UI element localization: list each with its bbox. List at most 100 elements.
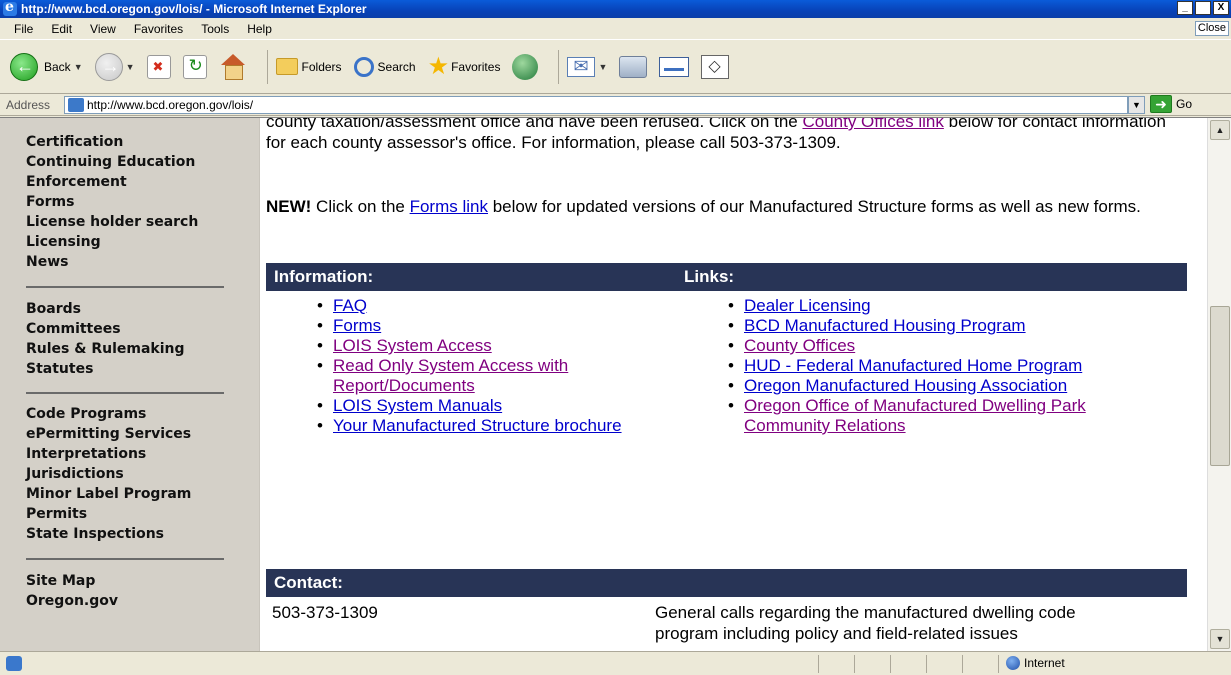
nav-divider: [26, 392, 224, 394]
bcd-manufactured-housing-program-link[interactable]: BCD Manufactured Housing Program: [744, 316, 1026, 335]
nav-link-site-map[interactable]: Site Map: [26, 571, 118, 591]
nav-link-permits[interactable]: Permits: [26, 504, 191, 524]
scroll-down-icon[interactable]: ▼: [1210, 629, 1230, 649]
nav-link-licensing[interactable]: Licensing: [26, 232, 198, 252]
nav-link-continuing-education[interactable]: Continuing Education: [26, 152, 198, 172]
nav-link-rules-rulemaking[interactable]: Rules & Rulemaking: [26, 339, 185, 359]
address-dropdown-icon[interactable]: ▼: [1128, 96, 1145, 114]
nav-link-certification[interactable]: Certification: [26, 132, 198, 152]
left-navigation: Certification Continuing Education Enfor…: [0, 118, 260, 651]
go-arrow-icon: ➜: [1150, 95, 1172, 113]
toolbar-separator: [558, 49, 560, 84]
oregon-office-park-community-relations-link[interactable]: Oregon Office of Manufactured Dwelling P…: [744, 396, 1086, 435]
go-label: Go: [1176, 97, 1193, 111]
nav-link-news[interactable]: News: [26, 252, 198, 272]
maximize-button[interactable]: [1195, 1, 1211, 15]
nav-link-forms[interactable]: Forms: [26, 192, 198, 212]
county-offices-inline-link[interactable]: County Offices link: [802, 118, 943, 131]
forms-inline-link[interactable]: Forms link: [410, 197, 488, 216]
nav-link-state-inspections[interactable]: State Inspections: [26, 524, 191, 544]
back-dropdown-icon[interactable]: ▼: [74, 62, 83, 72]
contact-phone: 503-373-1309: [272, 603, 378, 622]
nav-link-statutes[interactable]: Statutes: [26, 359, 185, 379]
list-item: LOIS System Access: [313, 336, 643, 356]
faq-link[interactable]: FAQ: [333, 296, 367, 315]
search-button[interactable]: Search: [353, 56, 416, 77]
page-content: Certification Continuing Education Enfor…: [0, 117, 1231, 651]
nav-link-license-holder-search[interactable]: License holder search: [26, 212, 198, 232]
links-heading: Links:: [684, 267, 735, 286]
nav-link-interpretations[interactable]: Interpretations: [26, 444, 191, 464]
dealer-licensing-link[interactable]: Dealer Licensing: [744, 296, 871, 315]
nav-link-oregon-gov[interactable]: Oregon.gov: [26, 591, 118, 611]
nav-link-minor-label-program[interactable]: Minor Label Program: [26, 484, 191, 504]
nav-group-2: Boards Committees Rules & Rulemaking Sta…: [26, 299, 185, 379]
go-button[interactable]: ➜ Go: [1150, 95, 1192, 113]
media-button[interactable]: [512, 53, 539, 80]
minimize-button[interactable]: _: [1177, 1, 1193, 15]
zone-label: Internet: [1024, 656, 1065, 670]
nav-link-boards[interactable]: Boards: [26, 299, 185, 319]
nav-link-enforcement[interactable]: Enforcement: [26, 172, 198, 192]
vertical-scrollbar[interactable]: ▲ ▼: [1207, 118, 1231, 651]
list-item: BCD Manufactured Housing Program: [724, 316, 1164, 336]
information-links-header: Information: Links:: [266, 263, 1187, 291]
star-icon: ★: [427, 53, 450, 80]
favorites-button[interactable]: ★ Favorites: [428, 52, 501, 81]
messenger-button[interactable]: [701, 54, 730, 79]
status-panel: [962, 655, 998, 673]
stop-button[interactable]: [146, 54, 171, 79]
nav-link-committees[interactable]: Committees: [26, 319, 185, 339]
forward-button[interactable]: ▼: [94, 52, 135, 81]
list-item: Oregon Office of Manufactured Dwelling P…: [724, 396, 1164, 436]
nav-link-code-programs[interactable]: Code Programs: [26, 404, 191, 424]
scroll-up-icon[interactable]: ▲: [1210, 120, 1230, 140]
nav-link-epermitting-services[interactable]: ePermitting Services: [26, 424, 191, 444]
address-input[interactable]: [64, 96, 1128, 114]
menu-close-button[interactable]: Close: [1194, 21, 1229, 36]
home-button[interactable]: [219, 53, 247, 80]
read-only-system-access-link[interactable]: Read Only System Access with Report/Docu…: [333, 356, 568, 395]
county-offices-link[interactable]: County Offices: [744, 336, 855, 355]
back-button[interactable]: Back ▼: [10, 52, 83, 81]
contact-heading: Contact:: [274, 573, 343, 592]
forms-link[interactable]: Forms: [333, 316, 381, 335]
list-item: Oregon Manufactured Housing Association: [724, 376, 1164, 396]
close-window-button[interactable]: X: [1213, 1, 1229, 15]
toolbar-separator: [266, 49, 268, 84]
edit-button[interactable]: [659, 56, 690, 77]
menu-help[interactable]: Help: [247, 22, 272, 36]
menu-tools[interactable]: Tools: [201, 22, 229, 36]
status-panel: [854, 655, 890, 673]
search-label: Search: [377, 59, 416, 74]
folders-button[interactable]: Folders: [275, 58, 342, 75]
ie-logo-icon: [3, 0, 17, 16]
back-arrow-icon: [10, 52, 38, 81]
contact-header: Contact:: [266, 569, 1187, 597]
scroll-thumb[interactable]: [1210, 306, 1230, 466]
new-forms-paragraph: NEW! Click on the Forms link below for u…: [266, 196, 1186, 217]
page-status-icon: [6, 656, 22, 671]
lois-system-access-link[interactable]: LOIS System Access: [333, 336, 492, 355]
mail-dropdown-icon[interactable]: ▼: [598, 62, 607, 72]
messenger-icon: [701, 54, 730, 79]
globe-icon: [1006, 656, 1020, 670]
print-button[interactable]: [619, 55, 648, 78]
menu-view[interactable]: View: [90, 22, 116, 36]
nav-link-jurisdictions[interactable]: Jurisdictions: [26, 464, 191, 484]
hud-federal-manufactured-home-link[interactable]: HUD - Federal Manufactured Home Program: [744, 356, 1082, 375]
menu-edit[interactable]: Edit: [51, 22, 72, 36]
folder-icon: [275, 58, 298, 75]
standard-toolbar: Back ▼ ▼ Folders Search ★ Favorites ▼: [0, 40, 1231, 94]
manufactured-structure-brochure-link[interactable]: Your Manufactured Structure brochure: [333, 416, 622, 435]
forward-dropdown-icon[interactable]: ▼: [126, 62, 135, 72]
nav-group-4: Site Map Oregon.gov: [26, 571, 118, 611]
mail-button[interactable]: ▼: [567, 56, 607, 77]
refresh-button[interactable]: [182, 54, 207, 79]
menu-favorites[interactable]: Favorites: [134, 22, 183, 36]
oregon-manufactured-housing-association-link[interactable]: Oregon Manufactured Housing Association: [744, 376, 1067, 395]
lois-system-manuals-link[interactable]: LOIS System Manuals: [333, 396, 502, 415]
search-icon: [353, 56, 374, 77]
nav-divider: [26, 286, 224, 288]
menu-file[interactable]: File: [14, 22, 33, 36]
